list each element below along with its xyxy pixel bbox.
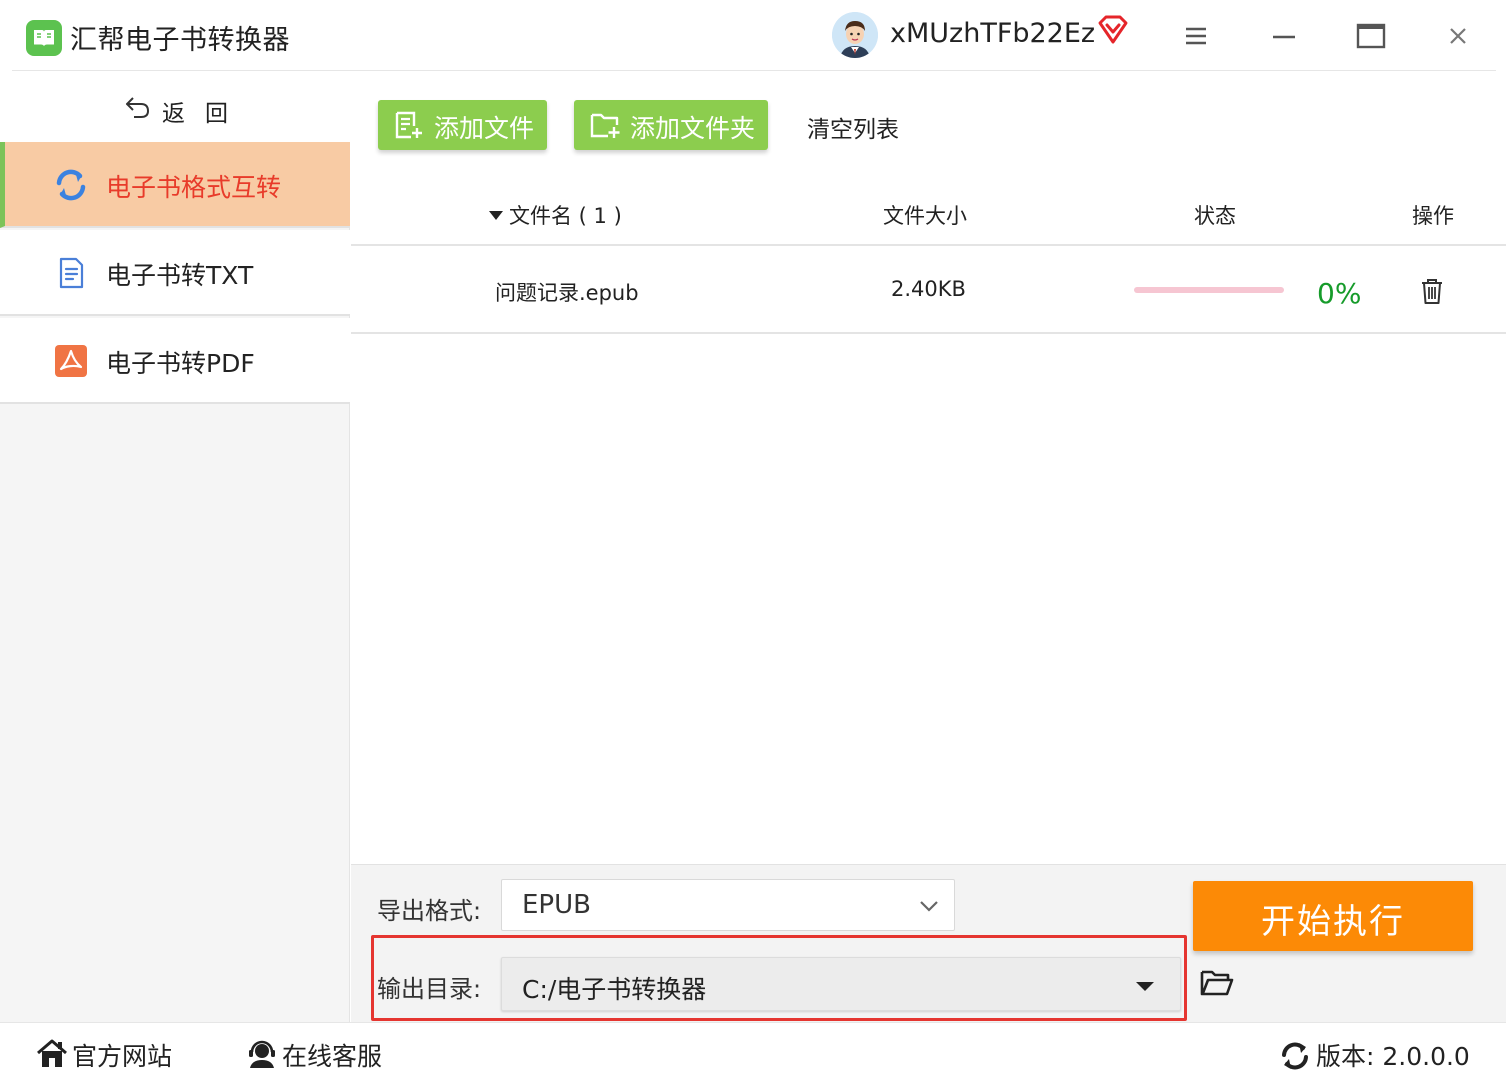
back-label: 返回 <box>162 101 248 127</box>
add-folder-button[interactable]: 添加文件夹 <box>574 100 768 150</box>
output-settings: 导出格式: EPUB 输出目录: C:/电子书转换器 开始执行 <box>351 864 1506 1022</box>
support-headset-icon <box>249 1040 275 1068</box>
start-button-label: 开始执行 <box>1261 902 1405 942</box>
output-dir-select[interactable]: C:/电子书转换器 <box>501 957 1181 1011</box>
title-divider <box>12 70 1496 71</box>
column-header-filename[interactable]: 文件名 ( 1 ) <box>489 200 622 230</box>
file-list-panel: 添加文件 添加文件夹 清空列表 文件名 ( 1 ) 文件大小 状态 操作 问题记… <box>351 72 1506 864</box>
folder-open-icon[interactable] <box>1200 968 1234 1002</box>
column-header-filesize: 文件大小 <box>883 204 967 228</box>
sidebar-item-label: 电子书转PDF <box>106 349 255 378</box>
refresh-icon <box>1282 1042 1308 1070</box>
file-list-icon <box>394 111 424 145</box>
progress-percent: 0% <box>1317 277 1362 310</box>
progress-bar <box>1134 287 1284 293</box>
output-dir-label: 输出目录: <box>377 975 482 1003</box>
book-icon <box>26 20 62 56</box>
column-header-action: 操作 <box>1412 204 1454 228</box>
clear-list-button[interactable]: 清空列表 <box>807 110 899 144</box>
sidebar-item-to-pdf[interactable]: 电子书转PDF <box>0 318 350 404</box>
app-title: 汇帮电子书转换器 <box>70 25 290 56</box>
minimize-icon[interactable] <box>1266 18 1302 54</box>
output-dir-value: C:/电子书转换器 <box>522 975 707 1004</box>
sort-caret-icon <box>489 211 503 220</box>
menu-icon[interactable] <box>1178 18 1214 54</box>
username: xMUzhTFb22Ez <box>890 18 1096 49</box>
online-support-label: 在线客服 <box>282 1042 383 1071</box>
version-label: 版本: 2.0.0.0 <box>1316 1042 1470 1071</box>
sync-icon <box>54 168 88 202</box>
vip-diamond-icon[interactable] <box>1096 14 1130 50</box>
add-folder-label: 添加文件夹 <box>630 114 756 143</box>
file-name: 问题记录.epub <box>495 281 639 305</box>
home-icon <box>37 1039 67 1067</box>
sidebar: 返回 电子书格式互转 电子书转TXT 电子书转PDF <box>0 72 350 1022</box>
file-size: 2.40KB <box>891 277 966 301</box>
maximize-icon[interactable] <box>1353 18 1389 54</box>
title-bar: 汇帮电子书转换器 xMUzhTFb22Ez <box>0 0 1506 72</box>
back-arrow-icon <box>124 94 152 124</box>
format-select[interactable]: EPUB <box>501 879 955 931</box>
column-header-status: 状态 <box>1194 204 1236 228</box>
document-icon <box>54 256 88 290</box>
close-icon[interactable] <box>1440 18 1476 54</box>
chevron-down-icon <box>918 896 940 920</box>
back-button[interactable]: 返回 <box>0 72 350 142</box>
column-label: 文件名 ( 1 ) <box>509 204 622 228</box>
footer: 官方网站 在线客服 版本: 2.0.0.0 <box>0 1022 1506 1080</box>
folder-add-icon <box>590 111 622 145</box>
sidebar-item-format-convert[interactable]: 电子书格式互转 <box>0 142 350 228</box>
add-file-button[interactable]: 添加文件 <box>378 100 547 150</box>
sidebar-item-label: 电子书格式互转 <box>106 173 282 202</box>
start-button[interactable]: 开始执行 <box>1193 881 1473 951</box>
trash-icon[interactable] <box>1419 277 1445 310</box>
add-file-label: 添加文件 <box>434 114 535 143</box>
table-row[interactable]: 问题记录.epub 2.40KB 0% <box>351 248 1506 334</box>
dropdown-caret-icon <box>1136 982 1154 991</box>
format-label: 导出格式: <box>377 897 482 925</box>
user-avatar[interactable] <box>832 12 878 58</box>
format-value: EPUB <box>522 890 591 920</box>
sidebar-item-to-txt[interactable]: 电子书转TXT <box>0 230 350 316</box>
official-website-label: 官方网站 <box>72 1042 173 1071</box>
table-header: 文件名 ( 1 ) 文件大小 状态 操作 <box>351 190 1506 246</box>
sidebar-item-label: 电子书转TXT <box>106 261 254 290</box>
pdf-icon <box>54 344 88 378</box>
